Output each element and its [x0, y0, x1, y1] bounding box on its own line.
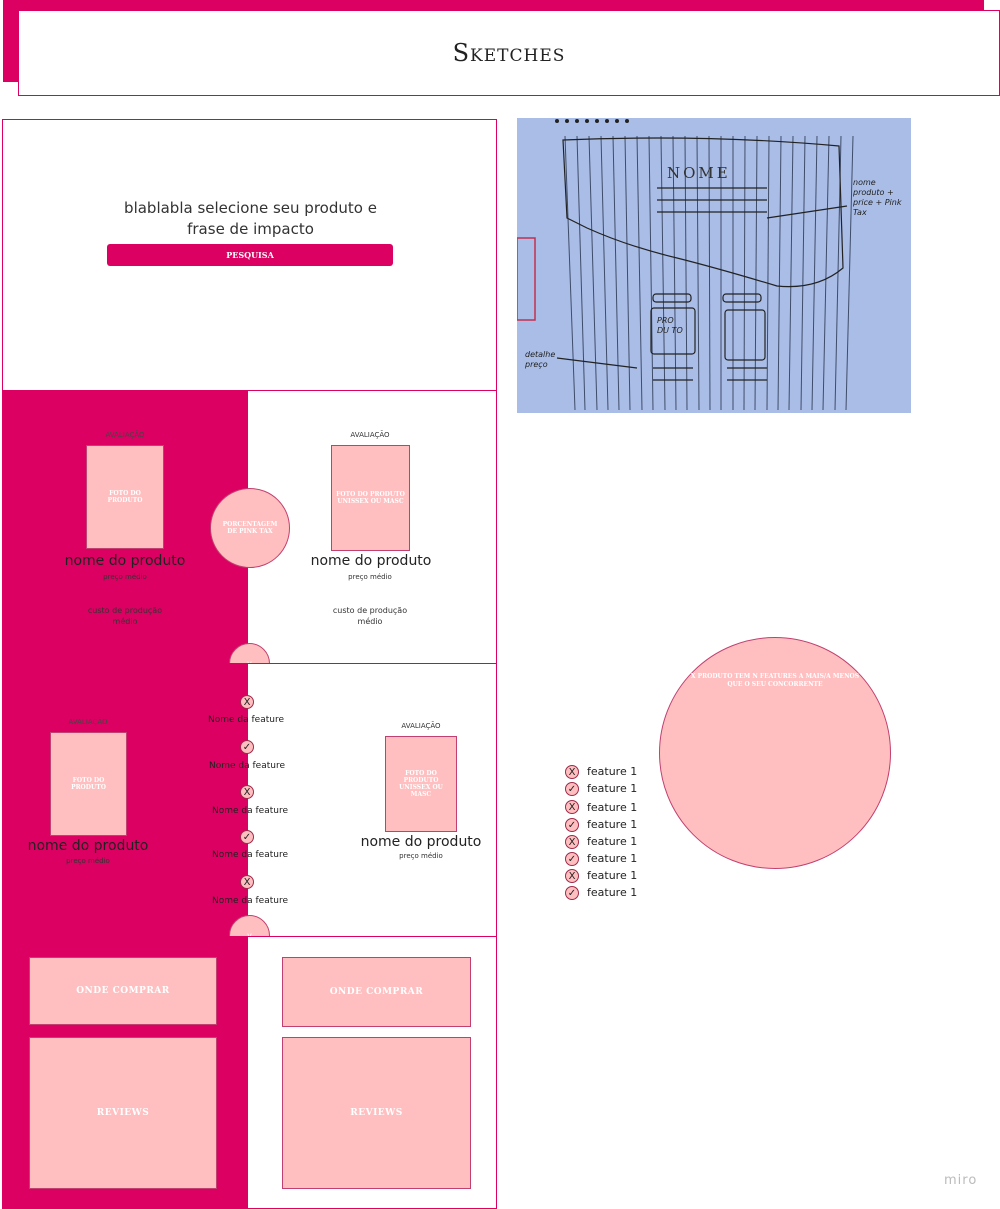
- feature-x-icon: X: [240, 875, 254, 889]
- product-price-right: preço médio: [348, 573, 392, 581]
- rating-label-right: AVALIAÇÃO: [350, 431, 390, 439]
- product-name-left: nome do produto: [64, 553, 186, 569]
- feature-label: Nome da feature: [209, 761, 285, 771]
- page-title: Sketches: [452, 39, 566, 67]
- check-icon: ✓: [565, 818, 579, 832]
- x-icon: X: [565, 835, 579, 849]
- feature-list-item: feature 1: [587, 835, 638, 848]
- header-frame: Sketches: [18, 10, 1000, 96]
- sketch-photo: NOME nome produto + price + Pink Tax PRO…: [517, 118, 911, 413]
- feature-list-item: feature 1: [587, 818, 638, 831]
- product-name-left: nome do produto: [27, 838, 149, 854]
- x-icon: X: [565, 869, 579, 883]
- x-icon: X: [565, 765, 579, 779]
- feature-list-item: feature 1: [587, 886, 638, 899]
- product-photo-right: FOTO DO PRODUTO UNISSEX OU MASC: [331, 445, 410, 551]
- feature-list-item: feature 1: [587, 782, 638, 795]
- sketch-note: nome produto + price + Pink Tax: [853, 178, 902, 217]
- product-photo-left: FOTO DO PRODUTO: [86, 445, 164, 549]
- feature-summary-circle: X PRODUTO TEM N FEATURES A MAIS/A MENOS …: [659, 637, 891, 869]
- sketch-photo-label: PRO DU TO: [657, 316, 683, 335]
- product-price-left: preço médio: [66, 857, 110, 865]
- feature-x-icon: X: [240, 695, 254, 709]
- rating-label-left: AVALIAÇÃO: [105, 431, 145, 439]
- product-price-right: preço médio: [399, 852, 443, 860]
- product-cost-right: custo de produção médio: [332, 606, 408, 626]
- check-icon: ✓: [565, 886, 579, 900]
- sketch-detail-label: detalhe preço: [525, 350, 556, 369]
- feature-label: Nome da feature: [212, 850, 288, 860]
- where-to-buy-card-left[interactable]: ONDE COMPRAR: [29, 957, 217, 1025]
- sketch-heading: NOME: [667, 164, 731, 182]
- hero-frame: blablabla selecione seu produto e frase …: [2, 119, 497, 391]
- feature-list-item: feature 1: [587, 765, 638, 778]
- x-icon: X: [565, 800, 579, 814]
- miro-watermark: miro: [944, 1173, 978, 1188]
- reviews-card-right[interactable]: REVIEWS: [282, 1037, 471, 1189]
- feature-check-icon: ✓: [240, 830, 254, 844]
- features-frame: AVALIAÇÃO FOTO DO PRODUTO nome do produt…: [2, 663, 497, 937]
- rating-label-right: AVALIAÇÃO: [401, 722, 441, 730]
- search-button[interactable]: PESQUISA: [107, 244, 393, 266]
- sketch-drawing: [517, 118, 911, 413]
- check-icon: ✓: [565, 782, 579, 796]
- feature-list-item: feature 1: [587, 801, 638, 814]
- feature-label: Nome da feature: [208, 715, 284, 725]
- where-to-buy-card-right[interactable]: ONDE COMPRAR: [282, 957, 471, 1027]
- hero-text: blablabla selecione seu produto e frase …: [124, 199, 377, 238]
- reviews-card-left[interactable]: REVIEWS: [29, 1037, 217, 1189]
- product-cost-left: custo de produção médio: [87, 606, 163, 626]
- product-photo-right: FOTO DO PRODUTO UNISSEX OU MASC: [385, 736, 457, 832]
- product-photo-left: FOTO DO PRODUTO: [50, 732, 127, 836]
- product-name-right: nome do produto: [310, 553, 432, 569]
- feature-label: Nome da feature: [212, 806, 288, 816]
- check-icon: ✓: [565, 852, 579, 866]
- purchase-frame: ONDE COMPRAR REVIEWS ONDE COMPRAR REVIEW…: [2, 936, 497, 1209]
- product-price-left: preço médio: [103, 573, 147, 581]
- feature-list-item: feature 1: [587, 869, 638, 882]
- pink-tax-badge: PORCENTAGEM DE PINK TAX: [210, 488, 290, 568]
- feature-x-icon: X: [240, 785, 254, 799]
- rating-label-left: AVALIAÇÃO: [68, 718, 108, 726]
- feature-label: Nome da feature: [212, 896, 288, 906]
- feature-list-item: feature 1: [587, 852, 638, 865]
- feature-check-icon: ✓: [240, 740, 254, 754]
- product-name-right: nome do produto: [360, 834, 482, 850]
- comparison-frame: AVALIAÇÃO FOTO DO PRODUTO nome do produt…: [2, 390, 497, 664]
